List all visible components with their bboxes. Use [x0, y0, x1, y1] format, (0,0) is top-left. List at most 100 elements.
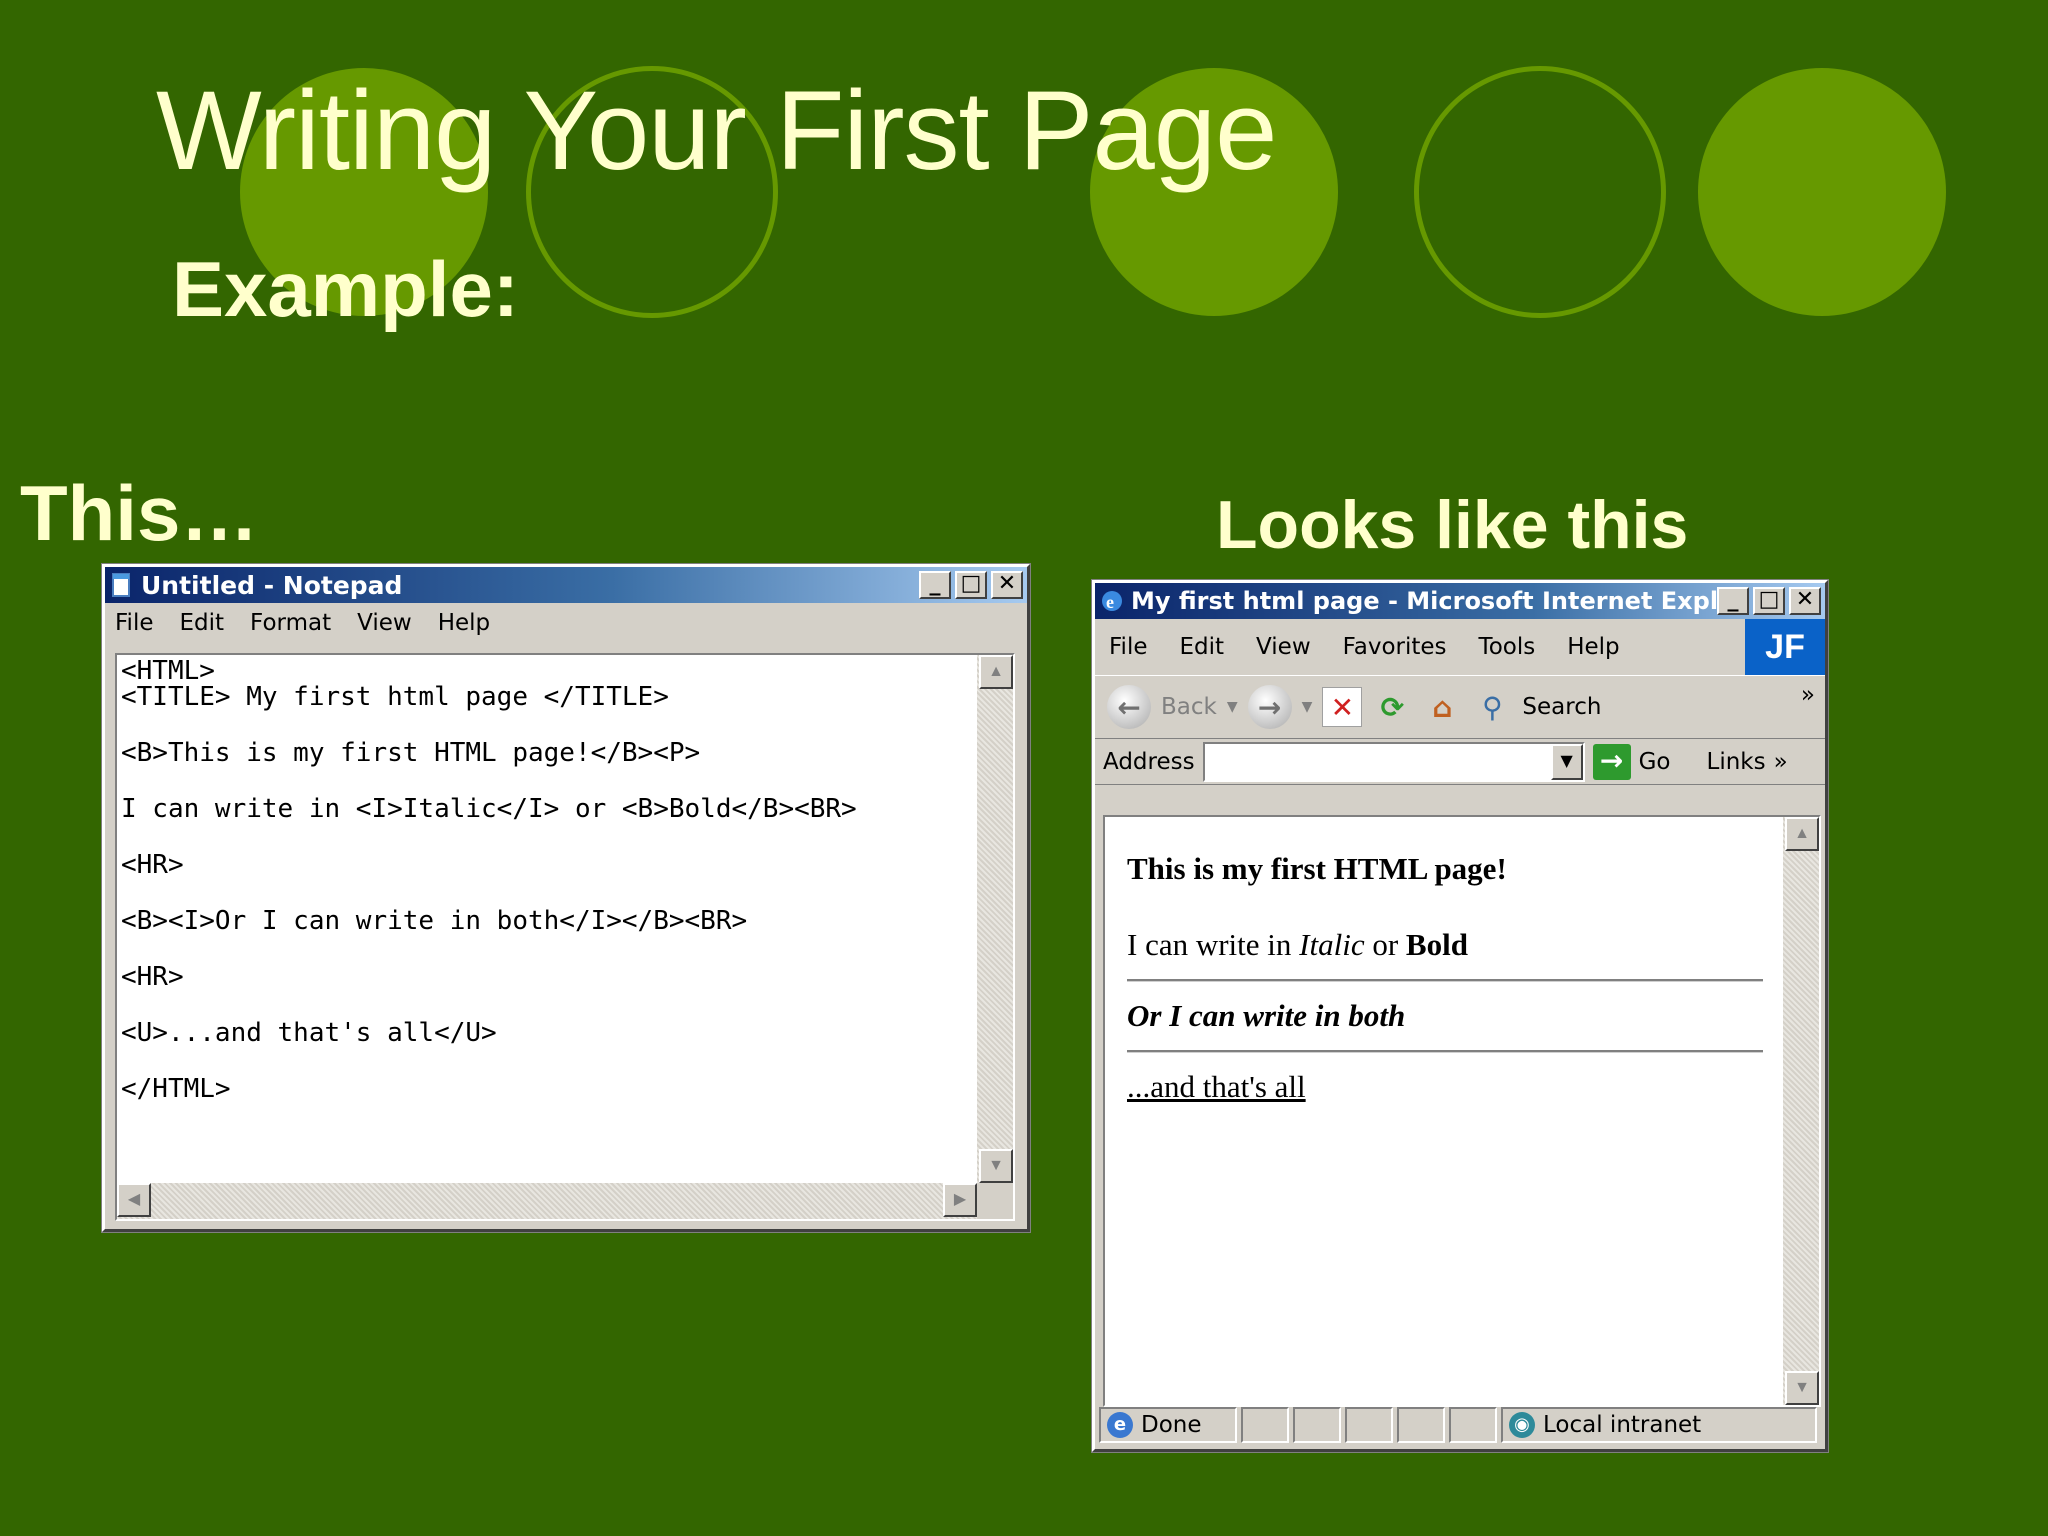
links-more-icon[interactable]: » — [1774, 749, 1788, 775]
scroll-left-button[interactable]: ◀ — [117, 1183, 151, 1217]
status-bar: e Done ◉ Local intranet — [1099, 1405, 1821, 1445]
code-line: </HTML> — [121, 1074, 231, 1104]
scroll-down-button[interactable]: ▼ — [979, 1149, 1013, 1183]
ie-window: e My first html page - Microsoft Interne… — [1091, 579, 1829, 1453]
back-dropdown-icon[interactable]: ▼ — [1227, 699, 1238, 715]
notepad-text-area[interactable]: <HTML> <TITLE> My first html page </TITL… — [115, 653, 1015, 1221]
ie-menubar-container: File Edit View Favorites Tools Help JF — [1095, 619, 1825, 675]
code-line: <TITLE> My first html page </TITLE> — [121, 682, 669, 712]
vertical-scrollbar[interactable]: ▲ ▼ — [977, 655, 1013, 1183]
page-icon: e — [1107, 1412, 1133, 1438]
maximize-button[interactable]: □ — [1753, 587, 1785, 615]
scroll-up-button[interactable]: ▲ — [1785, 817, 1819, 851]
svg-text:e: e — [1106, 592, 1114, 612]
notepad-icon — [112, 573, 130, 597]
back-arrow-icon[interactable]: ← — [1107, 685, 1151, 729]
decor-ring-2 — [1414, 66, 1666, 318]
maximize-button[interactable]: □ — [955, 571, 987, 599]
code-line: <HR> — [121, 850, 184, 880]
go-button-label[interactable]: Go — [1639, 749, 1671, 775]
notepad-titlebar[interactable]: Untitled - Notepad _ □ ✕ — [105, 567, 1027, 603]
menu-help[interactable]: Help — [1567, 634, 1619, 660]
go-arrow-icon[interactable]: → — [1592, 743, 1631, 780]
horizontal-scrollbar[interactable]: ◀ ▶ — [117, 1183, 977, 1219]
code-line: <B>This is my first HTML page!</B><P> — [121, 738, 701, 768]
forward-arrow-icon[interactable]: → — [1247, 685, 1292, 729]
ie-menubar: File Edit View Favorites Tools Help — [1095, 619, 1825, 675]
code-line: <HR> — [121, 962, 184, 992]
slide-title: Writing Your First Page — [156, 68, 1277, 193]
rendered-page: This is my first HTML page! I can write … — [1127, 851, 1763, 1105]
caption-left: This… — [20, 469, 259, 557]
horizontal-rule — [1127, 1050, 1763, 1053]
ie-titlebar[interactable]: e My first html page - Microsoft Interne… — [1095, 583, 1825, 619]
menu-edit[interactable]: Edit — [180, 610, 225, 636]
code-line: <HTML> — [121, 656, 215, 686]
bold-text: Bold — [1405, 927, 1468, 962]
address-label: Address — [1103, 748, 1195, 775]
status-cell — [1397, 1407, 1445, 1443]
rendered-paragraph: I can write in Italic or Bold — [1127, 927, 1763, 963]
address-dropdown-icon[interactable]: ▼ — [1550, 743, 1583, 780]
status-cell — [1345, 1407, 1393, 1443]
links-label[interactable]: Links — [1707, 749, 1766, 775]
status-done-cell: e Done — [1099, 1407, 1237, 1443]
close-button[interactable]: ✕ — [1789, 587, 1821, 615]
home-icon[interactable]: ⌂ — [1422, 687, 1462, 727]
intranet-icon: ◉ — [1509, 1412, 1535, 1438]
horizontal-rule — [1127, 979, 1763, 982]
slide-subtitle: Example: — [172, 245, 519, 333]
decor-circle-3 — [1698, 68, 1946, 316]
status-text: Done — [1141, 1412, 1202, 1438]
close-button[interactable]: ✕ — [991, 571, 1023, 599]
menu-file[interactable]: File — [115, 610, 154, 636]
forward-dropdown-icon[interactable]: ▼ — [1302, 699, 1313, 715]
status-cell — [1449, 1407, 1497, 1443]
code-line: I can write in <I>Italic</I> or <B>Bold<… — [121, 794, 857, 824]
resize-grip-icon[interactable] — [977, 1183, 1013, 1219]
menu-view[interactable]: View — [357, 610, 412, 636]
refresh-icon[interactable]: ⟳ — [1372, 687, 1412, 727]
status-cell — [1241, 1407, 1289, 1443]
scroll-right-button[interactable]: ▶ — [943, 1183, 977, 1217]
zone-text: Local intranet — [1543, 1412, 1702, 1438]
underlined-text: ...and that's all — [1127, 1069, 1306, 1104]
back-button-label[interactable]: Back — [1161, 694, 1217, 720]
toolbar-more-icon[interactable]: » — [1801, 682, 1815, 708]
text-segment: I can write in — [1127, 927, 1300, 962]
vertical-scrollbar[interactable]: ▲ ▼ — [1783, 817, 1819, 1405]
menu-view[interactable]: View — [1256, 634, 1311, 660]
status-cell — [1293, 1407, 1341, 1443]
menu-tools[interactable]: Tools — [1479, 634, 1536, 660]
notepad-window: Untitled - Notepad _ □ ✕ File Edit Forma… — [101, 563, 1031, 1233]
code-line: <U>...and that's all</U> — [121, 1018, 497, 1048]
text-segment: or — [1364, 927, 1406, 962]
search-icon[interactable]: ⚲ — [1472, 687, 1512, 727]
ie-page-viewport[interactable]: This is my first HTML page! I can write … — [1103, 815, 1821, 1407]
menu-help[interactable]: Help — [438, 610, 490, 636]
brand-logo: JF — [1745, 619, 1825, 675]
italic-text: Italic — [1299, 927, 1365, 962]
search-button-label[interactable]: Search — [1522, 694, 1601, 720]
ie-title: My first html page - Microsoft Internet … — [1131, 587, 1717, 615]
address-bar: Address ▼ → Go Links » — [1095, 739, 1825, 785]
status-zone-cell: ◉ Local intranet — [1501, 1407, 1817, 1443]
rendered-heading: This is my first HTML page! — [1127, 851, 1507, 886]
minimize-button[interactable]: _ — [919, 571, 951, 599]
address-input[interactable]: ▼ — [1202, 741, 1585, 782]
notepad-menubar: File Edit Format View Help — [105, 603, 1027, 643]
ie-toolbar: ← Back ▼ → ▼ ✕ ⟳ ⌂ ⚲ Search » — [1095, 675, 1825, 739]
ie-logo-icon: e — [1102, 591, 1122, 612]
menu-format[interactable]: Format — [250, 610, 331, 636]
minimize-button[interactable]: _ — [1717, 587, 1749, 615]
menu-favorites[interactable]: Favorites — [1343, 634, 1447, 660]
stop-icon[interactable]: ✕ — [1322, 687, 1363, 727]
menu-file[interactable]: File — [1109, 634, 1148, 660]
notepad-content: <HTML> <TITLE> My first html page </TITL… — [121, 655, 981, 1103]
scroll-down-button[interactable]: ▼ — [1785, 1371, 1819, 1405]
notepad-title: Untitled - Notepad — [141, 570, 403, 600]
bold-italic-text: Or I can write in both — [1127, 998, 1406, 1033]
scroll-up-button[interactable]: ▲ — [979, 655, 1013, 689]
caption-right: Looks like this — [1216, 487, 1689, 563]
menu-edit[interactable]: Edit — [1180, 634, 1225, 660]
